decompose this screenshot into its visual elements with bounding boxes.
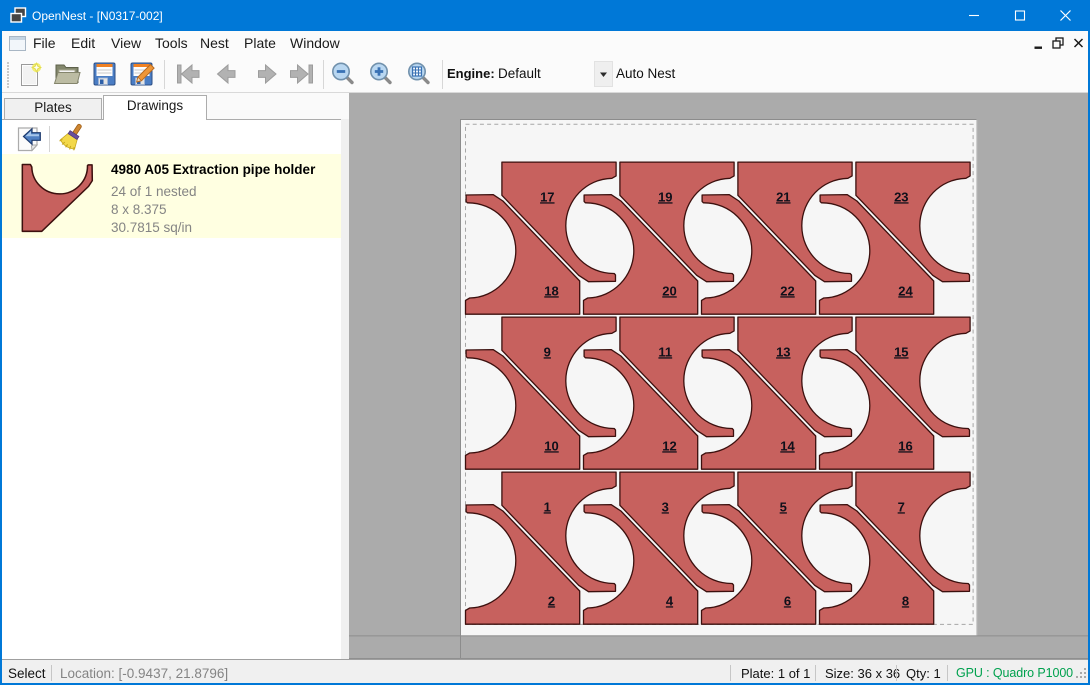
svg-text:18: 18 — [544, 283, 558, 298]
svg-text:4: 4 — [666, 593, 674, 608]
svg-text:2: 2 — [548, 593, 555, 608]
svg-text:6: 6 — [784, 593, 791, 608]
svg-text:24: 24 — [898, 283, 913, 298]
svg-text:17: 17 — [540, 189, 554, 204]
svg-text:7: 7 — [898, 499, 905, 514]
svg-text:22: 22 — [780, 283, 794, 298]
svg-text:14: 14 — [780, 438, 795, 453]
svg-text:5: 5 — [780, 499, 787, 514]
svg-text:8: 8 — [902, 593, 909, 608]
svg-text:12: 12 — [662, 438, 676, 453]
svg-text:1: 1 — [544, 499, 551, 514]
svg-text:3: 3 — [662, 499, 669, 514]
svg-text:10: 10 — [544, 438, 558, 453]
svg-text:16: 16 — [898, 438, 912, 453]
svg-text:15: 15 — [894, 344, 908, 359]
svg-text:23: 23 — [894, 189, 908, 204]
svg-text:13: 13 — [776, 344, 790, 359]
svg-text:11: 11 — [658, 344, 672, 359]
svg-text:9: 9 — [544, 344, 551, 359]
svg-text:20: 20 — [662, 283, 676, 298]
svg-text:19: 19 — [658, 189, 672, 204]
svg-text:21: 21 — [776, 189, 790, 204]
